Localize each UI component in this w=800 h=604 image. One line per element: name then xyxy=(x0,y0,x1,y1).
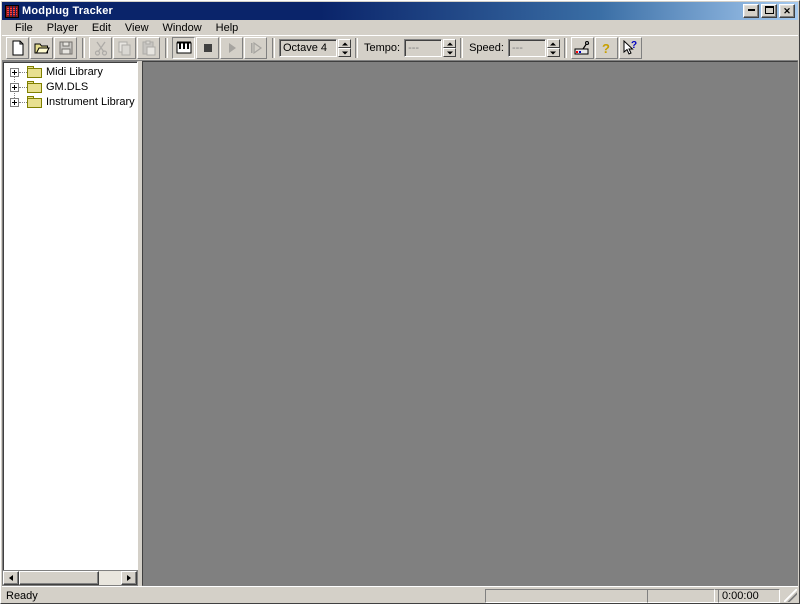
copy-button[interactable] xyxy=(113,37,136,59)
play-triangle-icon xyxy=(224,40,240,56)
tree-item-label: Midi Library xyxy=(46,66,103,78)
tempo-label: Tempo: xyxy=(364,42,401,54)
expand-plus-icon[interactable] xyxy=(10,68,19,77)
octave-spin-up[interactable] xyxy=(338,39,351,48)
menu-item-view[interactable]: View xyxy=(118,21,156,35)
play-button[interactable] xyxy=(220,37,243,59)
octave-spin-down[interactable] xyxy=(338,48,351,57)
expand-plus-icon[interactable] xyxy=(10,83,19,92)
tree-item-instrument-library[interactable]: Instrument Library (D:\MI xyxy=(5,95,137,110)
status-message: Ready xyxy=(6,590,38,602)
tree-horizontal-scrollbar[interactable] xyxy=(2,570,138,586)
status-bar: Ready 0:00:00 xyxy=(2,586,798,603)
library-tree-panel[interactable]: Midi Library GM.DLS Instrument Library (… xyxy=(2,61,138,578)
toolbar-separator-5 xyxy=(460,38,464,58)
expand-plus-icon[interactable] xyxy=(10,98,19,107)
speed-spinner[interactable] xyxy=(546,39,560,57)
octave-field[interactable]: Octave 4 xyxy=(279,39,337,57)
octave-spinner[interactable] xyxy=(338,39,351,57)
tempo-field[interactable]: --- xyxy=(404,39,443,57)
window-title: Modplug Tracker xyxy=(22,5,114,17)
stop-square-icon xyxy=(200,40,216,56)
tree-item-label: GM.DLS xyxy=(46,81,89,93)
status-pane-time: 0:00:00 xyxy=(718,589,780,603)
library-tree: Midi Library GM.DLS Instrument Library (… xyxy=(5,65,137,110)
speed-spin-down[interactable] xyxy=(546,48,560,57)
mdi-client-area[interactable] xyxy=(142,61,798,586)
new-button[interactable] xyxy=(6,37,29,59)
tree-connector-dash xyxy=(19,101,27,104)
open-button[interactable] xyxy=(30,37,53,59)
clipboard-paste-icon xyxy=(141,40,157,56)
context-help-button[interactable]: ? xyxy=(618,37,642,59)
piano-keys-icon xyxy=(176,40,192,56)
scroll-left-arrow[interactable] xyxy=(3,571,19,585)
modplug-app-icon xyxy=(5,4,19,18)
svg-text:?: ? xyxy=(602,41,610,56)
toolbar-separator-3 xyxy=(272,38,275,58)
folder-icon xyxy=(27,96,43,109)
save-button[interactable] xyxy=(54,37,77,59)
tree-connector-dash xyxy=(19,86,27,89)
tree-connector-dash xyxy=(19,71,27,74)
floppy-save-icon xyxy=(58,40,74,56)
scroll-right-arrow[interactable] xyxy=(121,571,137,585)
midi-setup-button[interactable] xyxy=(570,37,594,59)
question-mark-icon: ? xyxy=(598,40,614,56)
menu-item-window[interactable]: Window xyxy=(156,21,209,35)
main-toolbar: Octave 4 Tempo: --- Speed: --- ? ? xyxy=(2,35,798,61)
tree-item-midi-library[interactable]: Midi Library xyxy=(5,65,137,80)
open-folder-icon xyxy=(34,40,50,56)
cut-button[interactable] xyxy=(89,37,112,59)
speed-spin-up[interactable] xyxy=(546,39,560,48)
menu-item-edit[interactable]: Edit xyxy=(85,21,118,35)
resize-grip[interactable] xyxy=(784,589,797,602)
scissors-icon xyxy=(93,40,109,56)
tempo-spinner[interactable] xyxy=(443,39,457,57)
toolbar-separator-4 xyxy=(355,38,358,58)
scrollbar-track[interactable] xyxy=(19,571,121,585)
toolbar-separator-2 xyxy=(165,38,168,58)
application-window: Modplug Tracker ✕ File Player Edit View … xyxy=(0,0,800,604)
toolbar-separator-6 xyxy=(563,38,567,58)
speed-field[interactable]: --- xyxy=(507,39,546,57)
tempo-spin-down[interactable] xyxy=(443,48,457,57)
folder-icon xyxy=(27,81,43,94)
maximize-button[interactable] xyxy=(761,4,777,18)
play-from-start-icon xyxy=(248,40,264,56)
scrollbar-thumb[interactable] xyxy=(19,571,99,585)
svg-text:?: ? xyxy=(631,40,637,51)
menu-item-help[interactable]: Help xyxy=(209,21,246,35)
menu-bar: File Player Edit View Window Help xyxy=(2,20,798,35)
menu-item-file[interactable]: File xyxy=(8,21,40,35)
speed-label: Speed: xyxy=(469,42,504,54)
title-bar: Modplug Tracker ✕ xyxy=(2,2,798,20)
help-button[interactable]: ? xyxy=(594,37,618,59)
close-button[interactable]: ✕ xyxy=(779,4,795,18)
tree-item-label: Instrument Library (D:\MI xyxy=(46,96,137,108)
tree-item-gm-dls[interactable]: GM.DLS xyxy=(5,80,137,95)
status-pane-mode xyxy=(647,589,715,603)
stop-button[interactable] xyxy=(196,37,219,59)
arrow-question-icon: ? xyxy=(622,39,638,56)
minimize-button[interactable] xyxy=(743,4,759,18)
menu-item-player[interactable]: Player xyxy=(40,21,85,35)
title-bar-buttons: ✕ xyxy=(743,4,796,18)
paste-button[interactable] xyxy=(137,37,160,59)
new-document-icon xyxy=(10,40,26,56)
tempo-spin-up[interactable] xyxy=(443,39,457,48)
toolbar-separator-1 xyxy=(82,38,85,58)
copy-icon xyxy=(117,40,133,56)
midi-plug-icon xyxy=(574,40,590,56)
folder-icon xyxy=(27,66,43,79)
play-pattern-button[interactable] xyxy=(244,37,267,59)
midi-record-button[interactable] xyxy=(172,37,195,59)
